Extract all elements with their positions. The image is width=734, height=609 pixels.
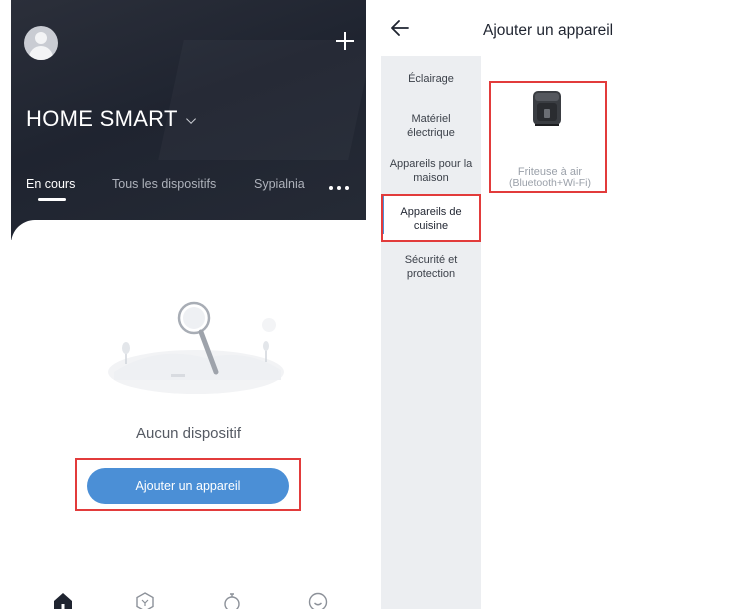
devices-panel	[11, 220, 366, 609]
tab-en-cours[interactable]: En cours	[26, 177, 75, 191]
automation-icon[interactable]	[222, 592, 242, 609]
page-title: Ajouter un appareil	[483, 22, 614, 39]
screenshot-stage: HOME SMART En cours Tous les dispositifs…	[0, 0, 734, 609]
profile-icon[interactable]	[308, 592, 328, 609]
device-connectivity: (Bluetooth+Wi-Fi)	[509, 177, 591, 189]
highlight-box-category	[381, 194, 481, 242]
tab-sypialnia[interactable]: Sypialnia	[254, 177, 328, 191]
highlight-box-add-button	[75, 458, 301, 511]
device-item-air-fryer[interactable]: Friteuse à air (Bluetooth+Wi-Fi)	[489, 81, 607, 193]
add-device-header: Ajouter un appareil	[381, 0, 734, 56]
back-arrow-icon[interactable]	[391, 20, 409, 36]
home-icon[interactable]	[53, 592, 73, 609]
category-appareils-maison[interactable]: Appareils pour la maison	[381, 157, 481, 185]
tab-all-devices[interactable]: Tous les dispositifs	[112, 177, 216, 191]
category-securite-protection[interactable]: Sécurité et protection	[381, 253, 481, 281]
category-sidebar: Éclairage Matériel électrique Appareils …	[381, 56, 481, 609]
active-tab-indicator	[38, 198, 66, 201]
scene-icon[interactable]	[135, 592, 155, 609]
category-materiel-electrique[interactable]: Matériel électrique	[381, 112, 481, 140]
category-eclairage[interactable]: Éclairage	[381, 72, 481, 86]
plus-icon[interactable]	[334, 30, 356, 52]
home-screen: HOME SMART En cours Tous les dispositifs…	[11, 0, 366, 609]
add-device-screen: Ajouter un appareil Éclairage Matériel é…	[381, 0, 734, 609]
user-avatar-icon[interactable]	[24, 26, 58, 60]
empty-state-illustration	[108, 301, 284, 394]
bottom-nav	[11, 588, 366, 609]
empty-state-text: Aucun dispositif	[135, 425, 242, 442]
air-fryer-icon	[533, 91, 561, 126]
home-selector[interactable]: HOME SMART	[26, 106, 196, 132]
home-name: HOME SMART	[26, 106, 178, 131]
